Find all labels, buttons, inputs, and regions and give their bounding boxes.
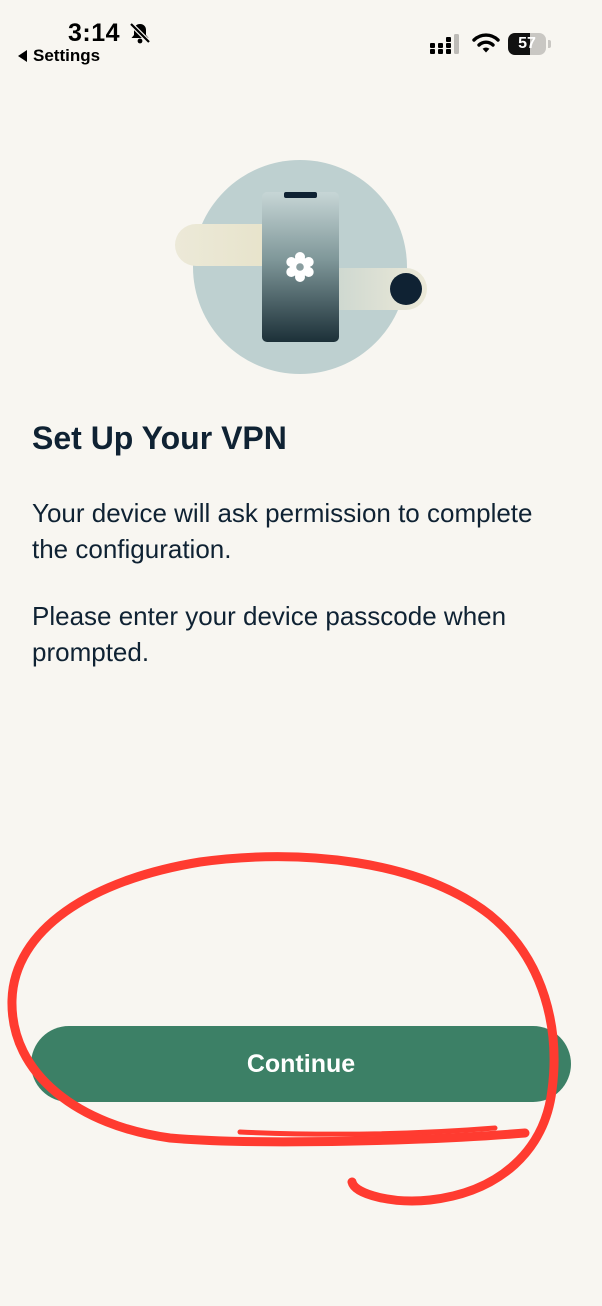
continue-button[interactable]: Continue xyxy=(31,1026,571,1102)
battery-percentage: 57 xyxy=(518,35,536,52)
battery-icon: 57 xyxy=(508,33,551,55)
bell-slash-icon xyxy=(129,22,151,44)
clock: 3:14 xyxy=(68,19,121,47)
back-link-label: Settings xyxy=(33,46,101,65)
cellular-signal-icon xyxy=(430,34,459,54)
passcode-instruction: Please enter your device passcode when p… xyxy=(32,601,507,667)
back-arrow-icon xyxy=(18,50,27,62)
phone-settings-illustration xyxy=(175,160,427,374)
back-to-settings-link[interactable]: Settings xyxy=(18,46,100,66)
permission-description: Your device will ask permission to compl… xyxy=(32,498,533,564)
status-bar: 3:14 Settings 57 xyxy=(0,0,602,80)
wifi-icon xyxy=(472,33,500,53)
page-title: Set Up Your VPN xyxy=(32,420,287,456)
